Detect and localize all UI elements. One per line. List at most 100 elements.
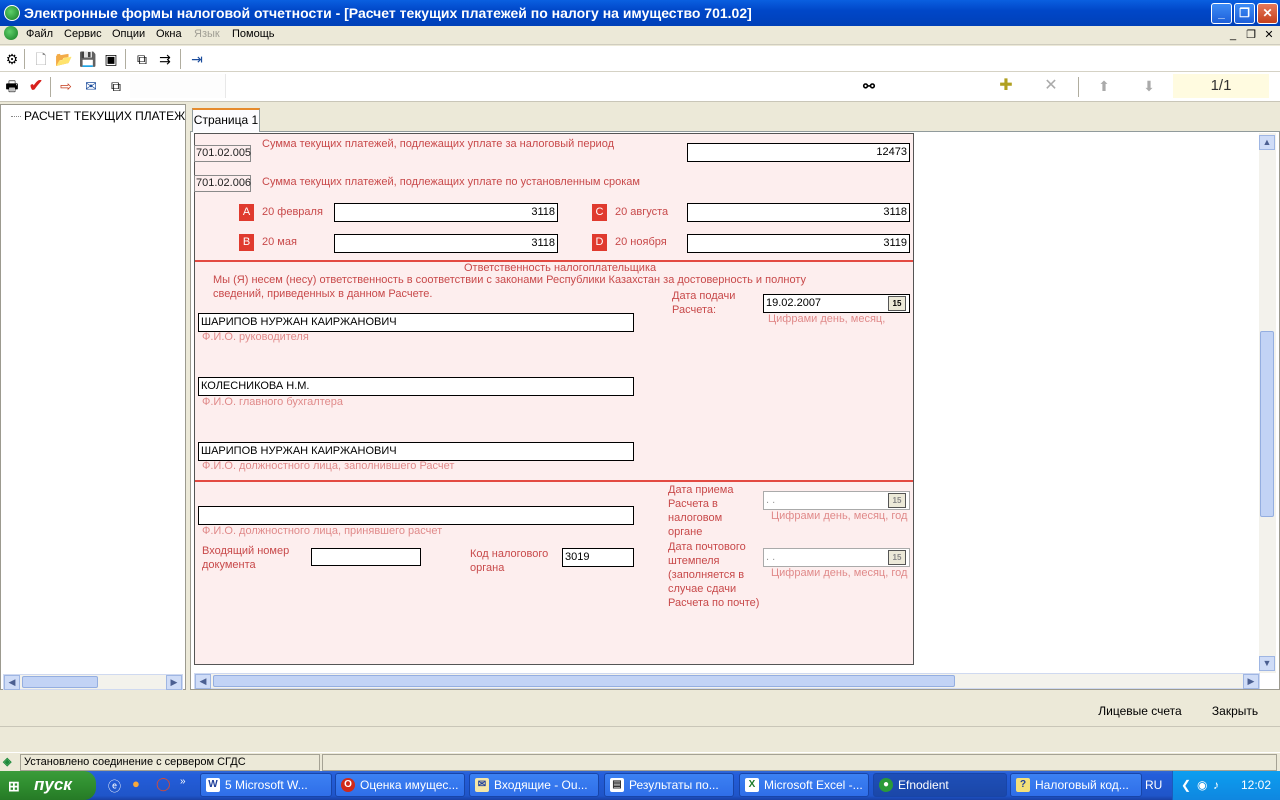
scroll-left-icon[interactable]: ◀ xyxy=(4,675,20,690)
app-icon[interactable] xyxy=(4,5,20,21)
accepted-by-field[interactable] xyxy=(198,506,634,525)
excel-icon: X xyxy=(745,778,759,792)
settings-icon[interactable]: ⚙ xyxy=(3,50,21,68)
menu-help[interactable]: Помощь xyxy=(232,28,275,40)
more-icon[interactable]: » xyxy=(180,776,186,787)
postmark-label-3: (заполняется в xyxy=(668,569,745,581)
payment-feb-value[interactable]: 3118 xyxy=(334,203,558,222)
row006-label: Сумма текущих платежей, подлежащих уплат… xyxy=(262,176,640,188)
mdi-close-icon[interactable]: ✕ xyxy=(1261,27,1277,43)
menu-file[interactable]: Файл xyxy=(26,28,53,40)
task-word[interactable]: W5 Microsoft W... xyxy=(200,773,332,797)
start-button[interactable]: ⊞ пуск xyxy=(0,771,96,800)
tab-page-1[interactable]: Страница 1 xyxy=(192,108,260,132)
row005-value[interactable]: 12473 xyxy=(687,143,910,162)
menu-service[interactable]: Сервис xyxy=(64,28,102,40)
incoming-number-label-2: документа xyxy=(202,559,256,571)
network-icon[interactable]: ◉ xyxy=(1197,778,1207,792)
save-as-icon[interactable]: ▣ xyxy=(102,50,120,68)
browser-icon[interactable]: ● xyxy=(132,776,140,791)
hscroll-right-icon[interactable]: ▶ xyxy=(1243,674,1259,689)
menu-windows[interactable]: Окна xyxy=(156,28,182,40)
payment-aug-value[interactable]: 3118 xyxy=(687,203,910,222)
filler-caption: Ф.И.О. должностного лица, заполнившего Р… xyxy=(202,460,455,472)
close-form-button[interactable]: Закрыть xyxy=(1200,704,1270,718)
tax-org-label-1: Код налогового xyxy=(470,548,549,560)
row005-label: Сумма текущих платежей, подлежащих уплат… xyxy=(262,138,614,150)
add-row-icon[interactable]: ✚ xyxy=(997,77,1015,95)
copy-icon[interactable]: ⧉ xyxy=(133,50,151,68)
tree-hscrollbar[interactable]: ◀ ▶ xyxy=(3,674,183,690)
volume-icon[interactable]: ♪ xyxy=(1213,778,1219,792)
status-text: Установлено соединение с сервером СГДС xyxy=(20,754,320,771)
new-file-icon[interactable]: 🗋 xyxy=(32,50,50,68)
ie-icon[interactable]: ⓔ xyxy=(108,776,121,795)
accountant-name-field[interactable]: КОЛЕСНИКОВА Н.М. xyxy=(198,377,634,396)
payment-may-label: 20 мая xyxy=(262,236,297,248)
open-folder-icon[interactable]: 📂 xyxy=(55,50,73,68)
line-code-005: 701.02.005 xyxy=(194,145,251,162)
receipt-date-label-1: Дата приема xyxy=(668,484,734,496)
task-results[interactable]: ▤ Результаты по... xyxy=(604,773,734,797)
menu-options[interactable]: Опции xyxy=(112,28,145,40)
tax-org-label-2: органа xyxy=(470,562,505,574)
mail-icon[interactable]: ✉ xyxy=(82,77,100,95)
vscroll-thumb[interactable] xyxy=(1260,331,1274,517)
tree-node-root[interactable]: РАСЧЕТ ТЕКУЩИХ ПЛАТЕЖЕЙ xyxy=(11,109,202,123)
status-panel xyxy=(322,754,1277,771)
page-down-icon[interactable]: ⬇ xyxy=(1140,77,1158,95)
payment-nov-value[interactable]: 3119 xyxy=(687,234,910,253)
close-button[interactable]: ✕ xyxy=(1257,3,1278,24)
form-vscrollbar[interactable]: ▲ ▼ xyxy=(1259,133,1276,673)
language-indicator[interactable]: RU xyxy=(1145,778,1171,792)
document-icon[interactable] xyxy=(4,26,18,40)
tax-org-code-field[interactable]: 3019 xyxy=(562,548,634,567)
form-hscrollbar[interactable]: ◀ ▶ xyxy=(194,673,1260,689)
calendar-icon[interactable]: 15 xyxy=(888,296,906,311)
export-icon[interactable]: ⇉ xyxy=(156,50,174,68)
task-outlook[interactable]: ✉ Входящие - Ou... xyxy=(469,773,599,797)
tray-arrow-icon[interactable]: ❮ xyxy=(1181,778,1191,792)
incoming-number-field[interactable] xyxy=(311,548,421,566)
scroll-right-icon[interactable]: ▶ xyxy=(166,675,182,690)
task-browser[interactable]: O Оценка имущес... xyxy=(335,773,465,797)
section-divider-2 xyxy=(195,480,913,482)
receipt-date-label-3: налоговом xyxy=(668,512,723,524)
menu-language[interactable]: Язык xyxy=(194,28,220,40)
task-efnodient[interactable]: ● Efnodient xyxy=(873,773,1007,797)
task-excel[interactable]: X Microsoft Excel -... xyxy=(739,773,869,797)
delete-row-icon[interactable]: ✕ xyxy=(1042,77,1060,95)
title-bar[interactable]: Электронные формы налоговой отчетности -… xyxy=(0,0,1280,26)
exit-icon[interactable]: ⇥ xyxy=(188,50,206,68)
duplicate-icon[interactable]: ⧉ xyxy=(107,77,125,95)
check-icon[interactable]: ✔ xyxy=(27,77,45,95)
send-icon[interactable]: ⇨ xyxy=(57,77,75,95)
postmark-calendar-icon[interactable]: 15 xyxy=(888,550,906,565)
mdi-restore-icon[interactable]: ❐ xyxy=(1243,27,1259,43)
opera-icon[interactable]: ◯ xyxy=(156,776,171,792)
page-up-icon[interactable]: ⬆ xyxy=(1095,77,1113,95)
word-icon: W xyxy=(206,778,220,792)
maximize-button[interactable]: ❐ xyxy=(1234,3,1255,24)
payment-may-value[interactable]: 3118 xyxy=(334,234,558,253)
head-name-field[interactable]: ШАРИПОВ НУРЖАН КАИРЖАНОВИЧ xyxy=(198,313,634,332)
minimize-button[interactable]: _ xyxy=(1211,3,1232,24)
badge-c: C xyxy=(592,204,607,221)
accountant-caption: Ф.И.О. главного бухгалтера xyxy=(202,396,343,408)
scroll-up-icon[interactable]: ▲ xyxy=(1259,135,1275,150)
outlook-icon: ✉ xyxy=(475,778,489,792)
accounts-button[interactable]: Лицевые счета xyxy=(1090,704,1190,718)
task-tax-code[interactable]: ? Налоговый код... xyxy=(1010,773,1142,797)
print-icon[interactable]: 🖶 xyxy=(3,77,21,95)
mdi-minimize-icon[interactable]: _ xyxy=(1225,27,1241,43)
status-bar: ◈ Установлено соединение с сервером СГДС xyxy=(0,752,1280,771)
scroll-down-icon[interactable]: ▼ xyxy=(1259,656,1275,671)
hscroll-thumb[interactable] xyxy=(213,675,955,687)
hscroll-left-icon[interactable]: ◀ xyxy=(195,674,211,689)
save-icon[interactable]: 💾 xyxy=(79,50,97,68)
divider xyxy=(0,726,1280,727)
scroll-thumb[interactable] xyxy=(22,676,98,688)
filler-name-field[interactable]: ШАРИПОВ НУРЖАН КАИРЖАНОВИЧ xyxy=(198,442,634,461)
receipt-calendar-icon[interactable]: 15 xyxy=(888,493,906,508)
find-icon[interactable]: ⚯ xyxy=(860,77,878,95)
